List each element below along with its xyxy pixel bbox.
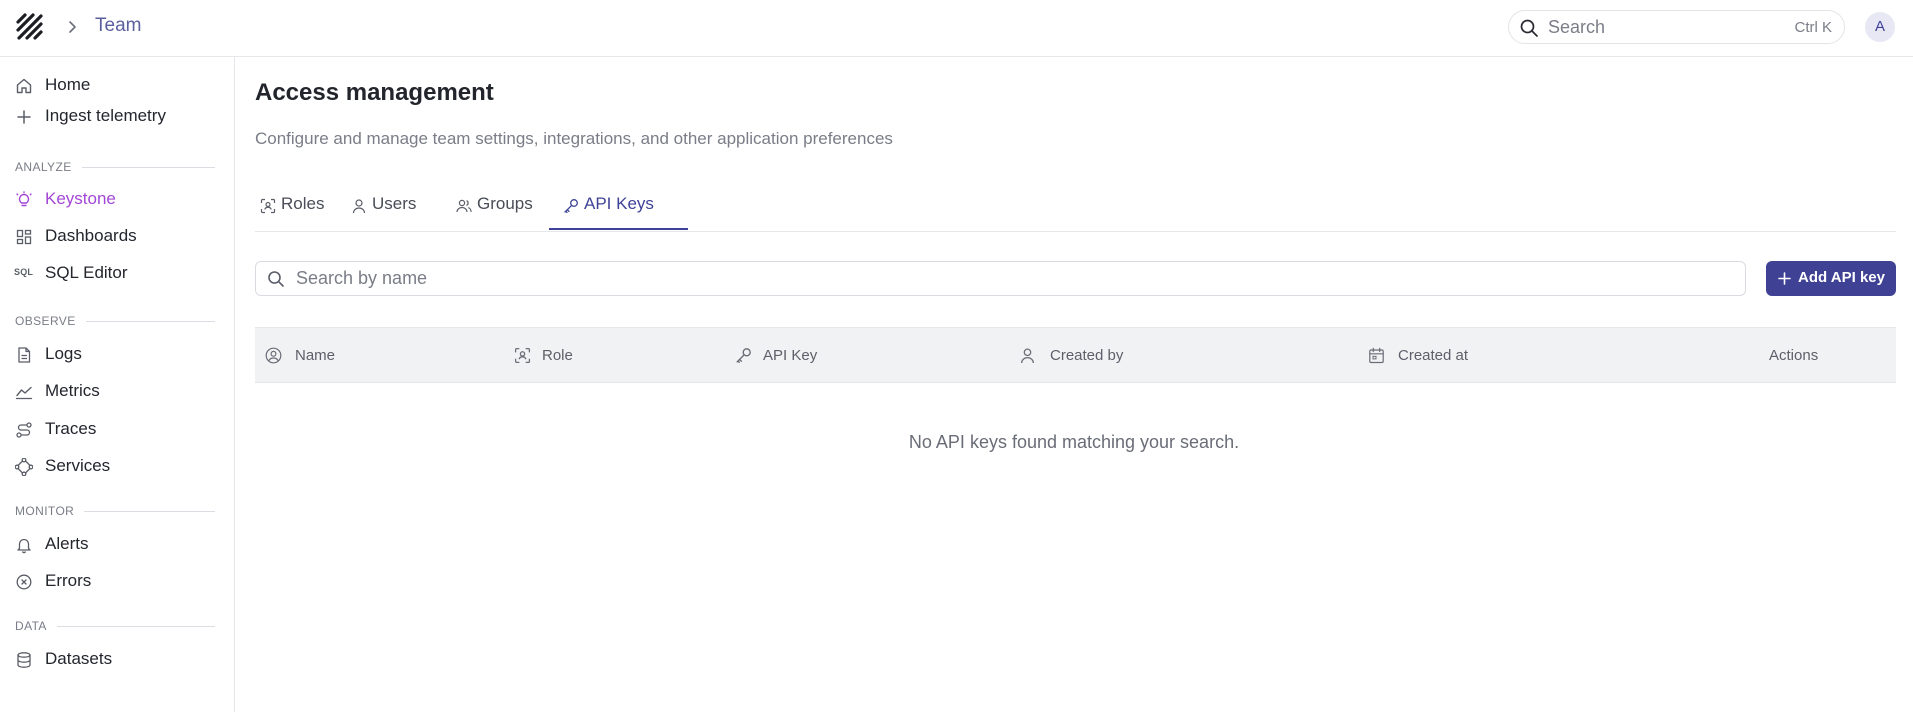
tab-label: API Keys xyxy=(584,194,654,213)
add-api-key-label: Add API key xyxy=(1798,269,1885,286)
sidebar-item-label: Traces xyxy=(45,419,97,438)
add-api-key-button[interactable]: Add API key xyxy=(1766,261,1896,296)
sidebar-item-alerts[interactable]: Alerts xyxy=(0,527,234,561)
column-label: Name xyxy=(295,347,336,364)
avatar[interactable]: A xyxy=(1865,12,1895,42)
search-input[interactable] xyxy=(296,264,1736,293)
calendar-icon xyxy=(1369,347,1384,364)
column-label: Actions xyxy=(1769,347,1819,364)
user-icon xyxy=(1021,348,1034,364)
circle-x-icon xyxy=(16,574,32,590)
sidebar-item-label: Datasets xyxy=(45,649,113,668)
global-search[interactable]: Search Ctrl K xyxy=(1508,10,1845,44)
section-data: DATA xyxy=(15,619,215,633)
route-icon xyxy=(16,422,32,438)
page-subtitle: Configure and manage team settings, inte… xyxy=(255,129,893,148)
sidebar-item-errors[interactable]: Errors xyxy=(0,564,234,598)
sidebar-item-services[interactable]: Services xyxy=(0,449,234,483)
dashboard-icon xyxy=(16,229,32,245)
sidebar: Home Ingest telemetry ANALYZE Keystone D… xyxy=(0,57,235,712)
chart-line-icon xyxy=(15,386,33,400)
sidebar-item-label: Errors xyxy=(45,571,92,590)
sidebar-item-keystone[interactable]: Keystone xyxy=(0,182,234,216)
tab-label: Users xyxy=(372,194,417,213)
sidebar-item-label: Services xyxy=(45,456,111,475)
section-label: MONITOR xyxy=(15,504,85,518)
role-icon xyxy=(514,347,531,364)
bell-icon xyxy=(17,538,31,554)
search-icon xyxy=(268,271,284,287)
sidebar-item-sql-editor[interactable]: SQL SQL Editor xyxy=(0,256,234,290)
active-tab-indicator xyxy=(549,228,688,230)
home-icon xyxy=(16,78,32,94)
sql-icon: SQL xyxy=(14,267,34,277)
section-label: OBSERVE xyxy=(15,314,86,328)
tab-label: Groups xyxy=(477,194,533,213)
sidebar-item-datasets[interactable]: Datasets xyxy=(0,642,234,676)
sidebar-item-label: Metrics xyxy=(45,381,100,400)
section-analyze: ANALYZE xyxy=(15,160,215,174)
key-icon xyxy=(564,199,578,214)
sidebar-item-label: Alerts xyxy=(45,534,89,553)
plus-icon xyxy=(17,110,31,124)
file-icon xyxy=(18,347,31,363)
user-circle-icon xyxy=(265,347,282,364)
sidebar-item-label: Keystone xyxy=(45,189,116,208)
sidebar-item-logs[interactable]: Logs xyxy=(0,337,234,371)
column-label: Created at xyxy=(1398,347,1469,364)
column-label: API Key xyxy=(763,347,818,364)
sidebar-item-home[interactable]: Home xyxy=(0,68,234,102)
search-icon xyxy=(1520,19,1538,37)
top-bar: Team Search Ctrl K A xyxy=(0,0,1913,57)
section-label: DATA xyxy=(15,619,57,633)
section-observe: OBSERVE xyxy=(15,314,215,328)
table-header: Name Role API Key Created by Created at … xyxy=(255,327,1896,383)
breadcrumb-team[interactable]: Team xyxy=(95,15,141,37)
sidebar-item-ingest-telemetry[interactable]: Ingest telemetry xyxy=(0,99,234,133)
section-monitor: MONITOR xyxy=(15,504,215,518)
tab-label: Roles xyxy=(281,194,325,213)
sidebar-item-dashboards[interactable]: Dashboards xyxy=(0,219,234,253)
sidebar-item-metrics[interactable]: Metrics xyxy=(0,374,234,408)
section-label: ANALYZE xyxy=(15,160,82,174)
sidebar-item-label: Ingest telemetry xyxy=(45,106,166,125)
key-icon xyxy=(736,348,751,363)
sidebar-item-label: Logs xyxy=(45,344,82,363)
sidebar-item-label: Dashboards xyxy=(45,226,137,245)
logo-icon[interactable] xyxy=(14,11,46,43)
main-content: Access management Configure and manage t… xyxy=(235,57,1913,712)
network-icon xyxy=(15,458,33,476)
page-title: Access management xyxy=(255,79,494,106)
user-icon xyxy=(352,199,366,214)
chevron-right-icon xyxy=(69,21,76,33)
column-label: Created by xyxy=(1050,347,1124,364)
role-icon xyxy=(260,198,276,214)
search-shortcut: Ctrl K xyxy=(1794,19,1833,36)
column-label: Role xyxy=(542,347,573,364)
users-icon xyxy=(456,199,472,213)
tab-bar: Roles Users Groups API Keys xyxy=(255,179,1896,232)
database-icon xyxy=(17,652,31,668)
global-search-placeholder: Search xyxy=(1548,17,1606,37)
lightbulb-icon xyxy=(16,191,32,207)
api-key-search[interactable] xyxy=(255,261,1746,296)
plus-icon xyxy=(1778,272,1791,285)
sidebar-item-label: SQL Editor xyxy=(45,263,128,282)
sidebar-item-label: Home xyxy=(45,75,91,94)
empty-state-message: No API keys found matching your search. xyxy=(908,432,1240,452)
sidebar-item-traces[interactable]: Traces xyxy=(0,412,234,446)
